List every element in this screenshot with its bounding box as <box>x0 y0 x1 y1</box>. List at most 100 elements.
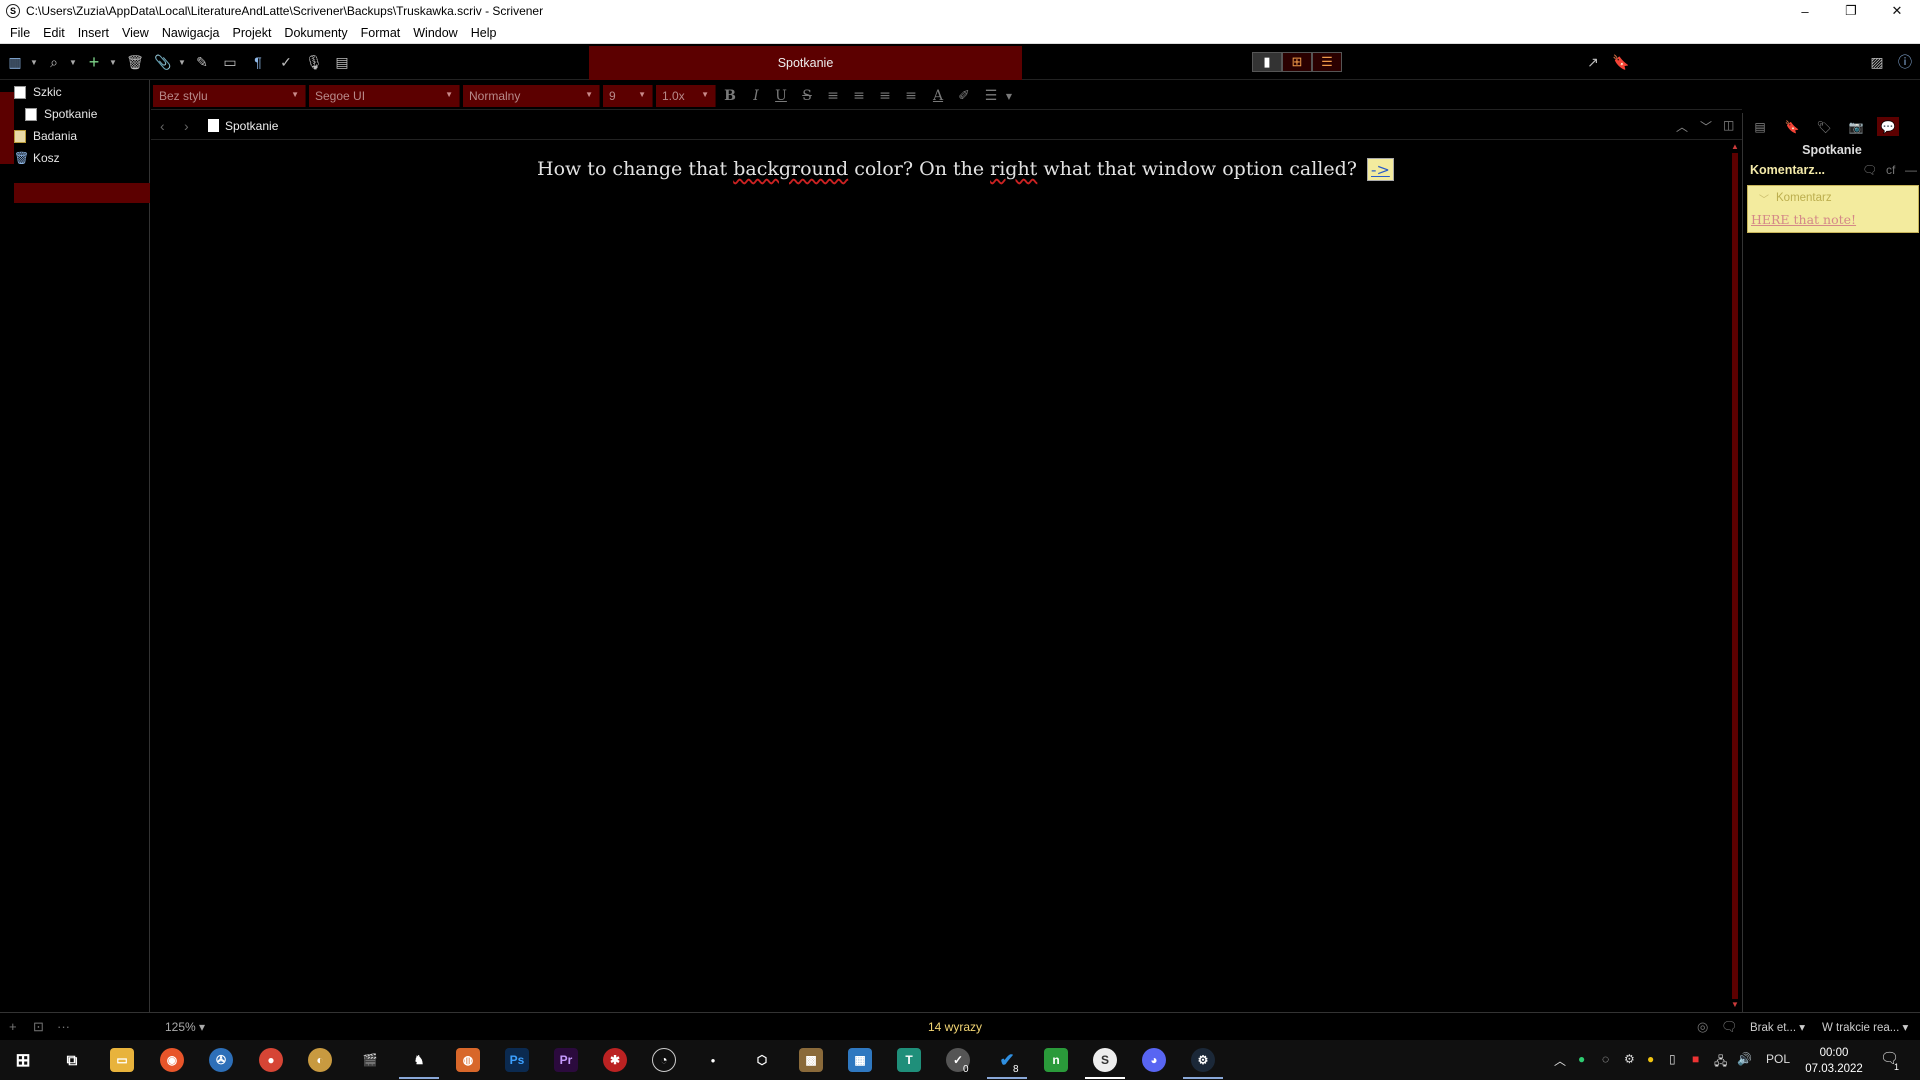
binder-item-badania[interactable]: Badania <box>14 126 77 146</box>
menu-projekt[interactable]: Projekt <box>233 26 272 40</box>
tray-app-icon[interactable]: ■ <box>1692 1052 1699 1066</box>
remove-icon[interactable]: — <box>1905 163 1917 177</box>
label-select[interactable]: Brak et... ▾ <box>1750 1020 1805 1034</box>
bold-icon[interactable]: B <box>721 87 739 105</box>
snapshot-tab-icon[interactable]: 📷 <box>1845 117 1867 136</box>
window-icon[interactable]: ▭ <box>221 53 239 71</box>
comment-body[interactable]: HERE that note! <box>1751 212 1856 227</box>
app-icon[interactable]: n <box>1044 1048 1068 1072</box>
line-spacing-select[interactable]: 1.0x ▼ <box>656 85 716 107</box>
clapperboard-icon[interactable]: 🎬 <box>358 1048 382 1072</box>
notes-icon[interactable]: 🗨 <box>1721 1019 1738 1035</box>
chevron-down-icon[interactable]: ▼ <box>178 53 186 71</box>
split-editor-icon[interactable]: ◫ <box>1723 118 1734 132</box>
menu-nawigacja[interactable]: Nawigacja <box>162 26 220 40</box>
binder-item-szkic[interactable]: Szkic <box>14 82 62 102</box>
obs-icon[interactable]: ◔ <box>652 1048 676 1072</box>
style-select[interactable]: Bez stylu ▼ <box>153 85 306 107</box>
unity-icon[interactable]: ⬡ <box>750 1048 774 1072</box>
discord-icon[interactable]: ◕ <box>1142 1048 1166 1072</box>
binder-toggle-icon[interactable]: ▥ <box>6 53 24 71</box>
task-view-icon[interactable]: ⧉ <box>60 1048 84 1072</box>
scrivener-icon[interactable]: S <box>1093 1048 1117 1072</box>
chevron-down-icon[interactable]: ﹀ <box>1759 191 1769 206</box>
notes-tab-icon[interactable]: ▤ <box>1749 117 1771 136</box>
align-right-icon[interactable]: ≡ <box>902 87 920 105</box>
chevron-down-icon[interactable]: ▼ <box>109 53 117 71</box>
comment-anchor[interactable]: -> <box>1367 158 1394 181</box>
windows-start-icon[interactable]: ⊞ <box>11 1048 35 1072</box>
compose-icon[interactable]: ✎ <box>193 53 211 71</box>
bookmark-tab-icon[interactable]: 🔖 <box>1781 117 1803 136</box>
underline-icon[interactable]: U <box>772 87 790 105</box>
binder-item-spotkanie[interactable]: Spotkanie <box>25 104 97 124</box>
editor-scrollbar[interactable]: ▲ ▼ <box>1730 141 1742 1012</box>
list-icon[interactable]: ☰ <box>982 87 1000 105</box>
app-icon[interactable]: ▩ <box>799 1048 823 1072</box>
font-select[interactable]: Segoe UI ▼ <box>309 85 460 107</box>
scroll-up-icon[interactable]: ▲ <box>1731 142 1739 151</box>
comments-tab-icon[interactable]: 💬 <box>1877 117 1899 136</box>
corkboard-view-button[interactable]: ⊞ <box>1282 52 1312 72</box>
notebook-icon[interactable]: ▤ <box>333 53 351 71</box>
attach-icon[interactable]: 📎 <box>154 53 172 71</box>
language-indicator[interactable]: POL <box>1766 1052 1790 1066</box>
add-icon[interactable]: + <box>9 1019 17 1034</box>
forward-icon[interactable]: › <box>184 118 189 134</box>
align-justify-icon[interactable]: ≡ <box>876 87 894 105</box>
info-icon[interactable]: ⓘ <box>1896 53 1914 71</box>
scroll-down-icon[interactable]: ▼ <box>1731 1000 1739 1009</box>
app-icon[interactable]: ♞ <box>407 1048 431 1072</box>
editor-document-title[interactable]: Spotkanie <box>225 119 278 133</box>
steam-icon[interactable]: ⚙ <box>1191 1048 1215 1072</box>
file-explorer-icon[interactable]: ▭ <box>110 1048 134 1072</box>
align-center-icon[interactable]: ≡ <box>850 87 868 105</box>
volume-icon[interactable]: 🔊 <box>1737 1052 1752 1066</box>
comments-section-label[interactable]: Komentarz... <box>1750 163 1825 177</box>
share-icon[interactable]: ↗ <box>1584 53 1602 71</box>
binder-item-kosz[interactable]: 🗑 Kosz <box>14 148 60 168</box>
tray-app-icon[interactable]: ● <box>1647 1052 1654 1066</box>
status-select[interactable]: W trakcie rea... ▾ <box>1822 1020 1908 1034</box>
chevron-down-icon[interactable]: ﹀ <box>1700 118 1712 135</box>
tray-app-icon[interactable]: ● <box>1578 1052 1585 1066</box>
firefox-icon[interactable]: ◉ <box>160 1048 184 1072</box>
search-icon[interactable]: ⌕ <box>45 53 63 71</box>
editor-area[interactable]: How to change that background color? On … <box>151 141 1730 1012</box>
photoshop-icon[interactable]: Ps <box>505 1048 529 1072</box>
typora-icon[interactable]: T <box>897 1048 921 1072</box>
pilcrow-icon[interactable]: ¶ <box>249 53 267 71</box>
battery-icon[interactable]: ▯ <box>1669 1052 1676 1066</box>
app-icon[interactable]: ◍ <box>456 1048 480 1072</box>
add-comment-icon[interactable]: 🗨 <box>1862 163 1877 177</box>
strikethrough-icon[interactable]: S <box>798 87 816 105</box>
menu-format[interactable]: Format <box>361 26 401 40</box>
footnote-icon[interactable]: cf <box>1886 163 1895 177</box>
metadata-tab-icon[interactable]: 🏷 <box>1813 117 1835 136</box>
align-left-icon[interactable]: ≡ <box>824 87 842 105</box>
menu-window[interactable]: Window <box>413 26 457 40</box>
highlight-icon[interactable]: ✐ <box>955 87 973 105</box>
italic-icon[interactable]: I <box>747 87 765 105</box>
scrollbar-track[interactable] <box>1732 153 1738 999</box>
menu-edit[interactable]: Edit <box>43 26 65 40</box>
restore-button[interactable]: ❐ <box>1828 0 1874 22</box>
network-icon[interactable]: 🖧 <box>1714 1052 1727 1073</box>
menu-view[interactable]: View <box>122 26 149 40</box>
trash-icon[interactable]: 🗑 <box>126 53 144 71</box>
app-icon[interactable]: ▦ <box>848 1048 872 1072</box>
menu-file[interactable]: File <box>10 26 30 40</box>
app-icon[interactable]: ✱ <box>603 1048 627 1072</box>
back-icon[interactable]: ‹ <box>160 118 165 134</box>
document-title-field[interactable]: Spotkanie <box>589 46 1022 80</box>
premiere-icon[interactable]: Pr <box>554 1048 578 1072</box>
minimize-button[interactable]: – <box>1782 0 1828 22</box>
app-icon[interactable]: ● <box>701 1048 725 1072</box>
spellcheck-icon[interactable]: ✓ <box>277 53 295 71</box>
close-button[interactable]: ✕ <box>1874 0 1920 22</box>
menu-help[interactable]: Help <box>471 26 497 40</box>
menu-insert[interactable]: Insert <box>78 26 109 40</box>
compose-mode-icon[interactable]: ▨ <box>1868 53 1886 71</box>
chevron-down-icon[interactable]: ▼ <box>30 53 38 71</box>
chevron-down-icon[interactable]: ▼ <box>69 53 77 71</box>
